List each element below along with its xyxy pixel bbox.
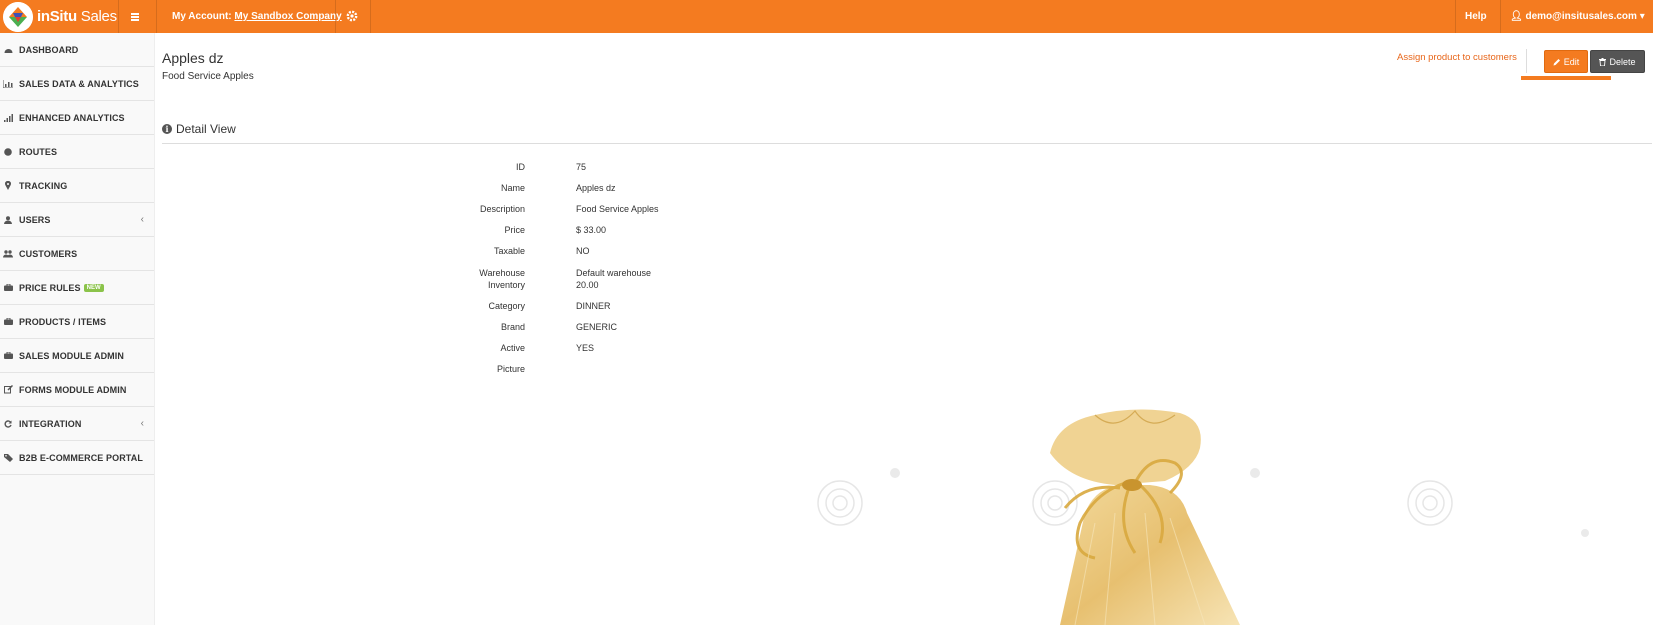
sidebar-item-b2b-portal[interactable]: B2B E-COMMERCE PORTAL	[0, 441, 154, 475]
sidebar-item-tracking[interactable]: TRACKING	[0, 169, 154, 203]
active-indicator	[1521, 76, 1611, 80]
refresh-icon	[3, 419, 13, 429]
sidebar-item-enhanced-analytics[interactable]: ENHANCED ANALYTICS	[0, 101, 154, 135]
sidebar-item-sales-module-admin[interactable]: SALES MODULE ADMIN	[0, 339, 154, 373]
account-switcher: My Account: My Sandbox Company	[172, 11, 342, 22]
globe-icon	[3, 147, 13, 157]
assign-product-link[interactable]: Assign product to customers	[1397, 52, 1517, 63]
delete-button[interactable]: Delete	[1590, 50, 1645, 73]
tags-icon	[3, 453, 13, 463]
edit-icon	[3, 385, 13, 395]
sidebar-item-users[interactable]: USERS ‹	[0, 203, 154, 237]
user-icon: 👤︎	[1510, 11, 1523, 22]
dashboard-icon	[3, 45, 13, 55]
chevron-left-icon: ‹	[140, 418, 144, 429]
divider	[1526, 49, 1527, 73]
info-circle-icon: i	[162, 124, 172, 134]
sidebar-item-price-rules[interactable]: PRICE RULES NEW	[0, 271, 154, 305]
briefcase-icon	[3, 317, 13, 327]
user-menu[interactable]: 👤︎ demo@insitusales.com ▾	[1510, 11, 1645, 22]
gear-icon[interactable]	[345, 9, 359, 23]
account-name-link[interactable]: My Sandbox Company	[234, 11, 341, 22]
brand[interactable]: inSitu Sales	[0, 0, 118, 33]
signal-icon	[3, 113, 13, 123]
chevron-left-icon: ‹	[140, 214, 144, 225]
user-icon	[3, 215, 13, 225]
page-subtitle: Food Service Apples	[162, 71, 254, 82]
brand-name: inSitu Sales	[37, 8, 117, 25]
edit-button[interactable]: Edit	[1544, 50, 1588, 73]
briefcase-icon	[3, 283, 13, 293]
new-badge: NEW	[83, 283, 104, 292]
page-title: Apples dz	[162, 50, 224, 66]
caret-down-icon: ▾	[1639, 11, 1645, 22]
bar-chart-icon	[3, 79, 13, 89]
sidebar-item-sales-data[interactable]: SALES DATA & ANALYTICS	[0, 67, 154, 101]
section-header: i Detail View	[162, 122, 236, 136]
sidebar-item-routes[interactable]: ROUTES	[0, 135, 154, 169]
sidebar-item-dashboard[interactable]: DASHBOARD	[0, 33, 154, 67]
product-picture	[795, 393, 1645, 625]
pencil-icon	[1553, 58, 1560, 65]
main-content: Apples dz Food Service Apples Assign pro…	[155, 33, 1653, 625]
help-link[interactable]: Help	[1465, 11, 1487, 22]
sidebar-item-forms-module-admin[interactable]: FORMS MODULE ADMIN	[0, 373, 154, 407]
map-marker-icon	[3, 181, 13, 191]
briefcase-icon	[3, 351, 13, 361]
section-divider	[162, 143, 1652, 144]
top-navbar: inSitu Sales My Account: My Sandbox Comp…	[0, 0, 1653, 33]
sidebar-item-products[interactable]: PRODUCTS / ITEMS	[0, 305, 154, 339]
trash-icon	[1599, 57, 1607, 66]
sidebar-item-customers[interactable]: CUSTOMERS	[0, 237, 154, 271]
insitu-logo-icon	[3, 2, 33, 32]
users-icon	[3, 249, 13, 259]
sidebar-item-integration[interactable]: INTEGRATION ‹	[0, 407, 154, 441]
menu-toggle-icon[interactable]	[125, 8, 145, 26]
sidebar: DASHBOARD SALES DATA & ANALYTICS ENHANCE…	[0, 33, 155, 625]
